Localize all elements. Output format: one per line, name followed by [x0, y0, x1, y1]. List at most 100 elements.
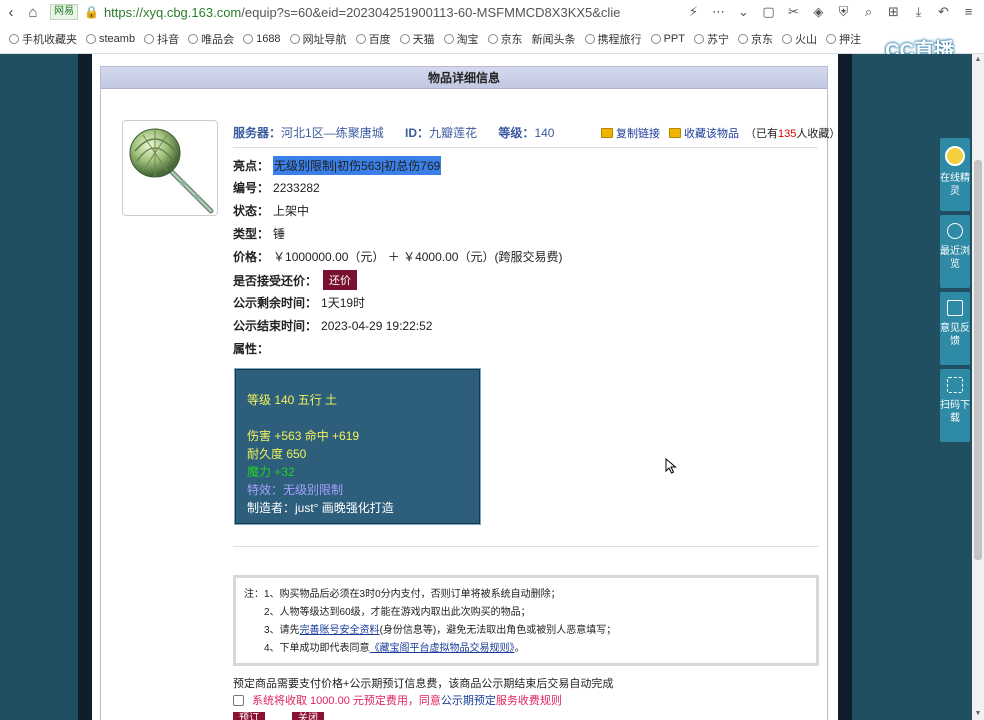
bookmark-item[interactable]: 唯品会 — [188, 31, 234, 47]
status-label: 状态： — [233, 204, 270, 218]
haggle-label: 是否接受还价： — [233, 273, 318, 288]
bookmark-item[interactable]: 网址导航 — [289, 31, 347, 47]
copy-icon — [601, 128, 613, 138]
search-icon[interactable]: ⌕ — [859, 2, 878, 21]
download-icon[interactable]: ⤓ — [909, 2, 928, 21]
security-info-link[interactable]: 完善账号安全资料 — [300, 625, 380, 636]
preorder-button[interactable]: 预订 — [233, 712, 265, 720]
attr-magic: 魔力 +32 — [247, 465, 295, 479]
bookmark-item[interactable]: 苏宁 — [693, 31, 729, 47]
clock-icon — [947, 223, 963, 239]
highlight-row: 亮点： 无级别限制|初伤563|初总伤769 — [233, 156, 442, 175]
lock-icon: 🔒 — [84, 5, 99, 19]
level-value: 140 — [534, 126, 555, 140]
agree-checkbox[interactable] — [233, 694, 244, 706]
haggle-button[interactable]: 还价 — [323, 270, 358, 290]
favorite-count: （已有135人收藏） — [745, 128, 841, 140]
bookmark-item[interactable]: 抖音 — [144, 31, 179, 47]
bookmark-item[interactable]: steamb — [86, 33, 135, 45]
end-time-row: 公示结束时间： 2023-04-29 19:22:52 — [233, 317, 432, 334]
bookmark-item[interactable]: 押注 — [825, 31, 861, 47]
scroll-down-icon[interactable]: ▼ — [972, 708, 984, 720]
favorite-button[interactable]: 收藏该物品 — [669, 125, 739, 141]
notice-line: 3、请先完善账号安全资料(身份信息等)，避免无法取出角色或被别人恶意填写； — [264, 625, 617, 636]
price-row: 价格： ￥1000000.00（元） ＋ ￥4000.00（元）(跨服交易费) — [233, 248, 562, 265]
attr-spacer — [247, 409, 468, 427]
globe-icon — [355, 34, 366, 44]
globe-icon — [399, 34, 410, 44]
price-value: ￥1000000.00（元） ＋ ￥4000.00（元）(跨服交易费) — [273, 250, 563, 264]
recent-browse-button[interactable]: 最近浏览 — [940, 215, 970, 288]
apps-icon[interactable]: ⊞ — [884, 2, 903, 21]
url-text[interactable]: https://xyq.cbg.163.com/equip?s=60&eid=2… — [104, 5, 620, 20]
avatar — [945, 146, 965, 166]
floating-sidebar: 在线精灵 最近浏览 意见反馈 扫码下载 — [940, 138, 970, 448]
remain-label: 公示剩余时间： — [233, 296, 318, 310]
close-button[interactable]: 关闭 — [292, 712, 324, 720]
extension-icon[interactable]: ◈ — [809, 2, 828, 21]
bookmark-item[interactable]: 1688 — [243, 33, 281, 45]
bookmark-item[interactable]: 手机收藏夹 — [9, 31, 77, 47]
globe-icon — [781, 34, 792, 44]
item-image — [122, 120, 218, 216]
back-icon[interactable]: ‹ — [0, 1, 22, 23]
globe-icon — [243, 34, 254, 44]
attr-damage: 伤害 +563 命中 +619 — [247, 429, 360, 443]
bookmark-item[interactable]: 京东 — [487, 31, 523, 47]
remain-row: 公示剩余时间： 1天19时 — [233, 294, 365, 311]
level-label: 等级： — [498, 126, 535, 140]
shield-icon[interactable]: ⛨ — [834, 2, 853, 21]
notice-line: 注：1、购买物品后必须在3时0分内支付，否则订单将被系统自动删除； — [244, 589, 561, 600]
bookmark-item[interactable]: 携程旅行 — [584, 31, 642, 47]
bookmark-icon — [9, 34, 19, 44]
notice-box: 注：1、购买物品后必须在3时0分内支付，否则订单将被系统自动删除； 2、人物等级… — [233, 575, 819, 666]
screenshot-icon[interactable]: ▢ — [759, 2, 778, 21]
qr-scan-icon — [947, 377, 963, 393]
globe-icon — [289, 34, 300, 44]
page-frame-right — [838, 54, 852, 720]
preorder-rules-link[interactable]: 公示期预定 — [441, 692, 496, 708]
main-content: 物品详细信息 服务器：河北1区—练聚唐城 ID：九瓣莲花 等级：140 复制链接… — [92, 54, 841, 720]
globe-icon — [144, 34, 155, 44]
undo-icon[interactable]: ↶ — [934, 2, 953, 21]
globe-icon — [188, 34, 199, 44]
globe-icon — [86, 34, 96, 44]
type-label: 类型： — [233, 227, 270, 241]
action-buttons: 预订 关闭 — [233, 712, 324, 720]
attr-durability: 耐久度 650 — [247, 447, 307, 461]
home-icon[interactable]: ⌂ — [22, 1, 44, 23]
trade-rules-link[interactable]: 《藏宝阁平台虚拟物品交易规则》 — [370, 643, 515, 654]
menu-icon[interactable]: ≡ — [959, 2, 978, 21]
page-background-left — [0, 54, 78, 720]
scissors-icon[interactable]: ✂ — [784, 2, 803, 21]
bookmark-item[interactable]: 天猫 — [399, 31, 435, 47]
attribute-box: 等级 140 五行 土 伤害 +563 命中 +619 耐久度 650 魔力 +… — [234, 368, 481, 525]
bookmark-item[interactable]: 淘宝 — [443, 31, 479, 47]
lightning-icon[interactable]: ⚡ — [684, 2, 703, 21]
online-helper-button[interactable]: 在线精灵 — [940, 138, 970, 211]
cursor-icon — [665, 458, 677, 474]
bookmark-item[interactable]: PPT — [650, 33, 685, 45]
scroll-up-icon[interactable]: ▲ — [972, 54, 984, 66]
address-bar[interactable]: 网易 🔒 https://xyq.cbg.163.com/equip?s=60&… — [50, 2, 620, 22]
globe-icon — [584, 34, 595, 44]
chevron-down-icon[interactable]: ⌄ — [734, 2, 753, 21]
bookmark-item[interactable]: 京东 — [737, 31, 773, 47]
site-tag: 网易 — [50, 4, 78, 20]
more-icon[interactable]: ⋯ — [709, 2, 728, 21]
attr-special: 特效：无级别限制 — [247, 483, 344, 497]
feedback-button[interactable]: 意见反馈 — [940, 292, 970, 365]
serial-row: 编号： 2233282 — [233, 179, 320, 196]
notice-line: 2、人物等级达到60级，才能在游戏内取出此次购买的物品； — [264, 607, 531, 618]
copy-link-button[interactable]: 复制链接 — [601, 125, 660, 141]
globe-icon — [487, 34, 498, 44]
scrollbar-thumb[interactable] — [974, 160, 982, 560]
notice-line: 4、下单成功即代表同意《藏宝阁平台虚拟物品交易规则》。 — [264, 643, 525, 654]
attr-label: 属性： — [233, 342, 270, 356]
bookmark-item[interactable]: 新闻头条 — [532, 31, 576, 47]
bookmark-item[interactable]: 百度 — [355, 31, 391, 47]
preorder-text: 预定商品需要支付价格+公示期预订信息费，该商品公示期结束后交易自动完成 — [233, 678, 614, 690]
scan-download-button[interactable]: 扫码下载 — [940, 369, 970, 442]
id-label: ID： — [405, 126, 430, 140]
bookmark-item[interactable]: 火山 — [781, 31, 817, 47]
